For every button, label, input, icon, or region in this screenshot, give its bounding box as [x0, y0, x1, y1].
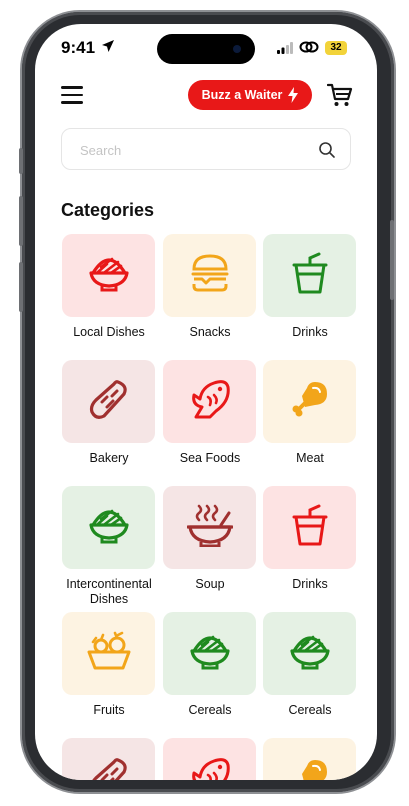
- category-tile[interactable]: [62, 612, 155, 695]
- category-label: Cereals: [188, 703, 232, 717]
- buzz-waiter-label: Buzz a Waiter: [201, 88, 283, 102]
- category-label: Snacks: [189, 325, 231, 339]
- bread-icon: [88, 756, 130, 780]
- category-tile[interactable]: [62, 738, 155, 780]
- category-tile[interactable]: [62, 360, 155, 443]
- drumstick-icon: [289, 756, 331, 780]
- category-label: Drinks: [292, 577, 328, 591]
- side-button: [390, 220, 394, 300]
- dynamic-island: [157, 34, 255, 64]
- category-label: Bakery: [89, 451, 129, 465]
- category-tile[interactable]: [263, 360, 356, 443]
- category-card[interactable]: Bakery: [62, 360, 156, 486]
- top-bar: Buzz a Waiter: [35, 78, 377, 114]
- category-tile[interactable]: [163, 612, 256, 695]
- buzz-waiter-button[interactable]: Buzz a Waiter: [188, 80, 312, 110]
- bowl-icon: [189, 631, 231, 676]
- category-card[interactable]: Sea Foods: [163, 360, 257, 486]
- category-tile[interactable]: [263, 612, 356, 695]
- fruit-basket-icon: [87, 630, 131, 677]
- location-arrow-icon: [102, 40, 114, 52]
- app-screen: 9:41 32 Buzz a Waiter Categories Local D…: [35, 24, 377, 780]
- category-card[interactable]: Cereals: [263, 612, 357, 738]
- search-input[interactable]: [78, 139, 302, 161]
- status-time: 9:41: [61, 38, 96, 57]
- soup-icon: [185, 503, 234, 552]
- side-button: [19, 196, 23, 246]
- search-box: [61, 128, 351, 170]
- side-button: [19, 148, 23, 174]
- lightning-icon: [288, 87, 299, 103]
- category-card[interactable]: Soup: [163, 486, 257, 612]
- side-button: [19, 262, 23, 312]
- category-label: Sea Foods: [179, 451, 241, 465]
- category-label: Cereals: [288, 703, 332, 717]
- burger-icon: [189, 253, 231, 298]
- fish-icon: [188, 377, 232, 426]
- cart-icon[interactable]: [327, 82, 353, 108]
- cup-icon: [289, 252, 331, 299]
- category-tile[interactable]: [163, 360, 256, 443]
- drumstick-icon: [289, 378, 331, 425]
- fish-icon: [188, 755, 232, 780]
- search-icon[interactable]: [318, 141, 336, 159]
- category-tile[interactable]: [263, 738, 356, 780]
- cup-icon: [289, 504, 331, 551]
- bread-icon: [88, 378, 130, 425]
- category-tile[interactable]: [263, 486, 356, 569]
- category-card[interactable]: Drinks: [263, 234, 357, 360]
- category-card[interactable]: Cereals: [163, 612, 257, 738]
- category-tile[interactable]: [163, 234, 256, 317]
- menu-icon[interactable]: [61, 86, 83, 104]
- category-card[interactable]: Meat: [263, 360, 357, 486]
- link-icon: [299, 41, 319, 53]
- category-label: Fruits: [93, 703, 125, 717]
- category-card[interactable]: Intercontinental Dishes: [62, 486, 156, 612]
- category-label: Soup: [195, 577, 225, 591]
- category-tile[interactable]: [163, 486, 256, 569]
- category-tile[interactable]: [62, 486, 155, 569]
- bowl-icon: [289, 631, 331, 676]
- category-card[interactable]: Drinks: [263, 486, 357, 612]
- section-title: Categories: [61, 200, 155, 220]
- category-label: Local Dishes: [73, 325, 145, 339]
- category-label: Drinks: [292, 325, 328, 339]
- signal-icon: [277, 42, 293, 54]
- bowl-icon: [88, 253, 130, 298]
- category-card[interactable]: Fruits: [62, 612, 156, 738]
- battery-icon: 32: [325, 41, 347, 55]
- category-tile[interactable]: [163, 738, 256, 780]
- category-tile[interactable]: [62, 234, 155, 317]
- bowl-icon: [88, 505, 130, 550]
- category-label: Intercontinental Dishes: [66, 577, 152, 606]
- category-card[interactable]: Snacks: [163, 234, 257, 360]
- status-bar: 9:41 32: [35, 24, 377, 70]
- category-label: Meat: [296, 451, 324, 465]
- camera-icon: [233, 45, 241, 53]
- category-card[interactable]: Local Dishes: [62, 234, 156, 360]
- category-tile[interactable]: [263, 234, 356, 317]
